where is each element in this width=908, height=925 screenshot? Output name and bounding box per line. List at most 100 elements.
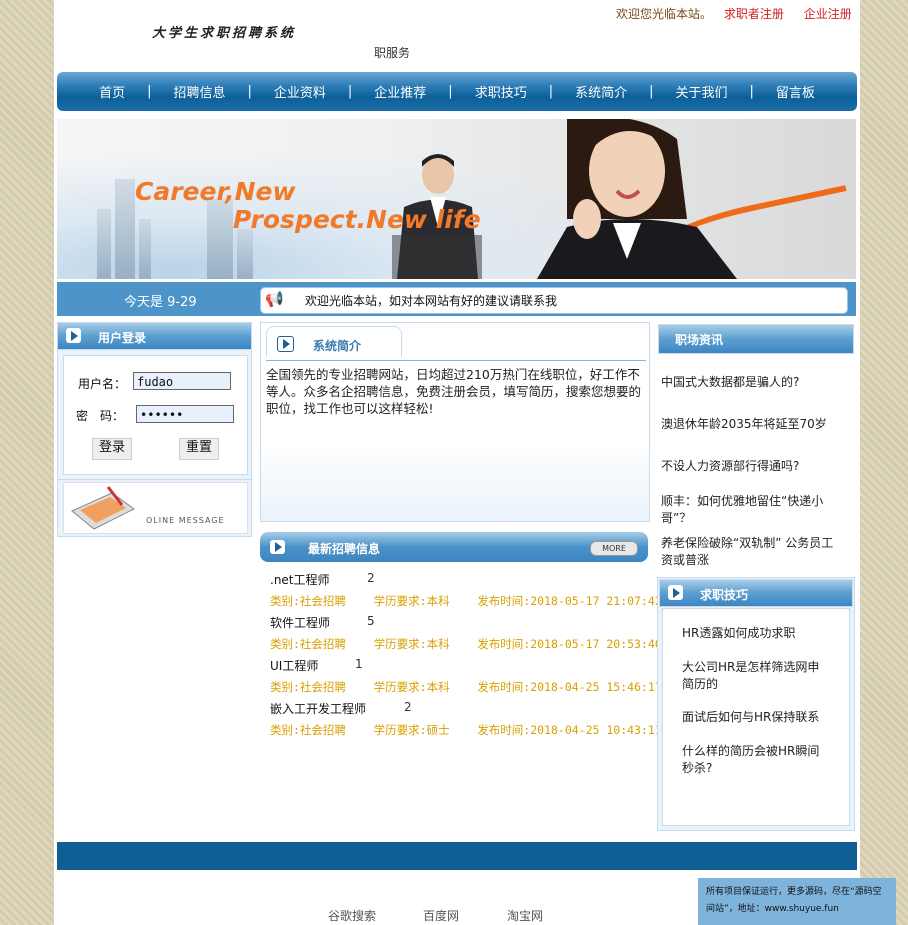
tips-header: 求职技巧 [659, 579, 853, 607]
intro-title: 系统简介 [313, 339, 362, 353]
news-item[interactable]: 澳退休年龄2035年将延至70岁 [661, 416, 836, 433]
password-label: 密 码： [76, 409, 125, 423]
username-input[interactable]: fudao [133, 372, 231, 390]
banner-building [97, 209, 111, 279]
nav-item-intro[interactable]: 系统简介 [575, 82, 627, 101]
arrow-icon [66, 328, 81, 343]
job-meta: 类别:社会招聘 学历要求:本科 发布时间:2018-05-17 21:07:42 [270, 593, 662, 609]
footer-bar [57, 842, 857, 870]
intro-text: 全国领先的专业招聘网站，日均超过210万热门在线职位，好工作不等人。众多名企招聘… [266, 367, 642, 416]
tip-item[interactable]: 大公司HR是怎样筛选网申简历的 [682, 659, 824, 693]
arrow-icon [270, 540, 285, 554]
source-notice: 所有项目保证运行，更多源码，尽在“源码空间站”，地址：www.shuyue.fu… [698, 878, 896, 925]
password-input[interactable]: •••••• [136, 405, 234, 423]
nav-item-guestbook[interactable]: 留言板 [776, 82, 815, 101]
job-time: 发布时间:2018-05-17 21:07:42 [477, 594, 662, 608]
arrow-icon [277, 336, 294, 352]
banner-building [115, 179, 135, 279]
news-item[interactable]: 不设人力资源部行得通吗? [661, 458, 836, 475]
nav-item-companies[interactable]: 企业资料 [274, 82, 326, 101]
login-button[interactable]: 登录 [92, 438, 133, 460]
tips-title: 求职技巧 [700, 588, 749, 602]
job-title[interactable]: 嵌入工开发工程师 [270, 702, 366, 716]
job-education: 学历要求:硕士 [373, 723, 450, 737]
job-type: 类别:社会招聘 [270, 594, 346, 608]
nav-separator: | [247, 84, 252, 99]
company-register-link[interactable]: 企业注册 [804, 7, 852, 21]
nav-separator: | [448, 84, 453, 99]
intro-tab: 系统简介 [266, 326, 402, 357]
nav-separator: | [147, 84, 152, 99]
job-type: 类别:社会招聘 [270, 723, 346, 737]
announcement-marquee: 📢 欢迎光临本站，如对本网站有好的建议请联系我 [260, 287, 848, 314]
job-title[interactable]: .net工程师 [270, 573, 330, 587]
more-button[interactable]: MORE [590, 541, 638, 556]
job-education: 学历要求:本科 [373, 680, 450, 694]
welcome-text: 欢迎您光临本站。 [616, 7, 713, 21]
footer-link-baidu[interactable]: 百度网 [423, 907, 459, 924]
nav-item-jobs[interactable]: 招聘信息 [173, 82, 225, 101]
nav-item-recommend[interactable]: 企业推荐 [374, 82, 426, 101]
seeker-register-link[interactable]: 求职者注册 [724, 7, 784, 21]
nav-item-tips[interactable]: 求职技巧 [475, 82, 527, 101]
nav-item-home[interactable]: 首页 [99, 82, 125, 101]
job-meta: 类别:社会招聘 学历要求:硕士 发布时间:2018-04-25 10:43:11 [270, 722, 662, 738]
arrow-icon [668, 585, 683, 600]
online-message-banner[interactable]: OLINE MESSAGE [63, 482, 248, 534]
job-item: .net工程师 2 类别:社会招聘 学历要求:本科 发布时间:2018-05-1… [270, 571, 662, 609]
intro-divider [266, 360, 646, 361]
username-label: 用户名： [78, 377, 127, 391]
news-item[interactable]: 中国式大数据都是骗人的? [661, 374, 836, 391]
job-count: 2 [404, 700, 412, 714]
megaphone-icon: 📢 [265, 290, 284, 308]
job-meta: 类别:社会招聘 学历要求:本科 发布时间:2018-04-25 15:46:17 [270, 679, 662, 695]
site-subtitle: 职服务 [374, 46, 411, 60]
job-count: 1 [355, 657, 363, 671]
news-header: 职场资讯 [658, 324, 854, 354]
hero-banner: Career,New Prospect.New life [57, 119, 856, 279]
news-item[interactable]: 顺丰：如何优雅地留住“快递小哥”？ [661, 493, 831, 527]
banner-woman-image [537, 119, 737, 279]
job-count: 5 [367, 614, 375, 628]
job-time: 发布时间:2018-05-17 20:53:40 [477, 637, 662, 651]
jobs-header: 最新招聘信息 MORE [260, 532, 648, 562]
nav-item-about[interactable]: 关于我们 [676, 82, 728, 101]
reset-button[interactable]: 重置 [179, 438, 220, 460]
tip-item[interactable]: 什么样的简历会被HR瞬间秒杀? [682, 743, 824, 777]
job-time: 发布时间:2018-04-25 15:46:17 [477, 680, 662, 694]
tip-item[interactable]: 面试后如何与HR保持联系 [682, 709, 832, 726]
jobs-title: 最新招聘信息 [308, 542, 381, 556]
news-title: 职场资讯 [675, 333, 724, 347]
welcome-bar: 欢迎您光临本站。 求职者注册 企业注册 [616, 5, 852, 22]
job-item: 嵌入工开发工程师 2 类别:社会招聘 学历要求:硕士 发布时间:2018-04-… [270, 700, 662, 738]
footer-link-taobao[interactable]: 淘宝网 [507, 907, 543, 924]
banner-building [237, 229, 253, 279]
main-nav: 首页 | 招聘信息 | 企业资料 | 企业推荐 | 求职技巧 | 系统简介 | … [57, 72, 857, 111]
site-logo: 大学生求职招聘系统 [152, 26, 297, 41]
job-education: 学历要求:本科 [373, 637, 450, 651]
banner-slogan-line2: Prospect.New life [233, 205, 481, 234]
today-date: 今天是 9-29 [124, 295, 197, 310]
nav-separator: | [548, 84, 554, 99]
job-time: 发布时间:2018-04-25 10:43:11 [477, 723, 662, 737]
news-item[interactable]: 养老保险破除“双轨制” 公务员工资或普涨 [661, 535, 839, 569]
announcement-text: 欢迎光临本站，如对本网站有好的建议请联系我 [305, 294, 558, 308]
page-container: 大学生求职招聘系统 职服务 欢迎您光临本站。 求职者注册 企业注册 首页 | 招… [54, 0, 860, 925]
banner-slogan-line1: Career,New [135, 177, 296, 206]
job-type: 类别:社会招聘 [270, 637, 346, 651]
job-meta: 类别:社会招聘 学历要求:本科 发布时间:2018-05-17 20:53:40 [270, 636, 662, 652]
job-item: UI工程师 1 类别:社会招聘 学历要求:本科 发布时间:2018-04-25 … [270, 657, 662, 695]
login-header: 用户登录 [57, 322, 252, 350]
banner-building [139, 219, 151, 279]
job-title[interactable]: UI工程师 [270, 659, 318, 673]
job-title[interactable]: 软件工程师 [270, 616, 330, 630]
online-message-label: OLINE MESSAGE [146, 516, 225, 525]
job-item: 软件工程师 5 类别:社会招聘 学历要求:本科 发布时间:2018-05-17 … [270, 614, 662, 652]
footer-link-google[interactable]: 谷歌搜索 [328, 907, 376, 924]
nav-separator: | [347, 84, 353, 99]
banner-building [207, 199, 233, 279]
job-count: 2 [367, 571, 375, 585]
tip-item[interactable]: HR透露如何成功求职 [682, 625, 832, 642]
login-title: 用户登录 [98, 331, 147, 345]
job-education: 学历要求:本科 [373, 594, 450, 608]
